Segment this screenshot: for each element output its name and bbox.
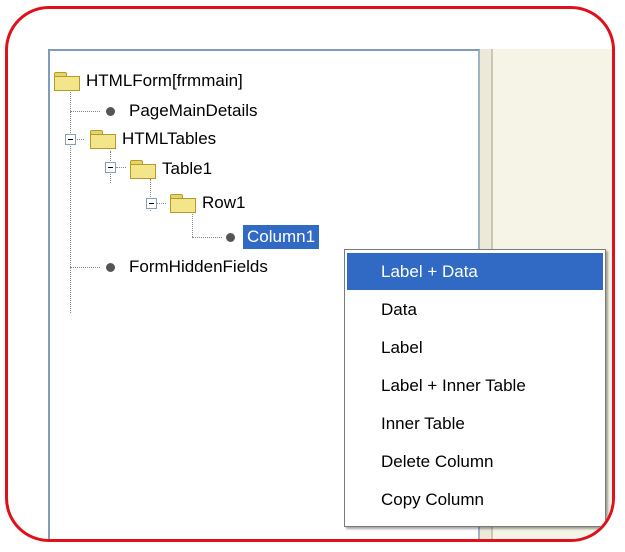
tree-connector xyxy=(70,267,100,268)
collapse-html-tables-button[interactable] xyxy=(65,134,76,145)
tree-connector xyxy=(192,237,222,238)
tree-connector xyxy=(70,111,100,112)
node-dot-icon xyxy=(106,262,115,272)
menu-item-copy-column[interactable]: Copy Column xyxy=(347,481,603,518)
menu-item-label-data[interactable]: Label + Data xyxy=(347,253,603,290)
tree-item-root[interactable]: HTMLForm[frmmain] xyxy=(54,67,243,95)
context-menu: Label + Data Data Label Label + Inner Ta… xyxy=(344,249,606,527)
folder-icon xyxy=(54,72,80,91)
folder-icon xyxy=(130,160,156,179)
collapse-row1-button[interactable] xyxy=(146,198,157,209)
folder-icon xyxy=(90,130,116,149)
collapse-table1-button[interactable] xyxy=(105,162,116,173)
annotation-frame: HTMLForm[frmmain] PageMainDetails HTMLTa… xyxy=(5,6,615,542)
menu-item-label[interactable]: Label xyxy=(347,329,603,366)
tree-item-label: HTMLForm[frmmain] xyxy=(86,71,243,90)
tree-item-label: Row1 xyxy=(202,193,246,212)
tree-item-label: Table1 xyxy=(162,159,213,178)
tree-item-form-hidden-fields[interactable]: FormHiddenFields xyxy=(106,253,268,281)
menu-item-delete-column[interactable]: Delete Column xyxy=(347,443,603,480)
menu-item-data[interactable]: Data xyxy=(347,291,603,328)
tree-item-column1[interactable]: Column1 xyxy=(226,223,320,251)
tree-item-table1[interactable]: Table1 xyxy=(130,155,212,183)
tree-connector xyxy=(156,203,166,204)
tree-item-label: PageMainDetails xyxy=(129,101,258,120)
tree-connector xyxy=(70,83,71,313)
menu-item-inner-table[interactable]: Inner Table xyxy=(347,405,603,442)
tree-item-label: Column1 xyxy=(243,225,320,249)
tree-item-label: HTMLTables xyxy=(122,129,217,148)
tree-connector xyxy=(116,167,126,168)
tree-item-html-tables[interactable]: HTMLTables xyxy=(90,125,216,153)
tree-item-row1[interactable]: Row1 xyxy=(170,189,245,217)
menu-item-label-inner-table[interactable]: Label + Inner Table xyxy=(347,367,603,404)
node-dot-icon xyxy=(226,232,235,242)
node-dot-icon xyxy=(106,106,115,116)
tree-item-page-main-details[interactable]: PageMainDetails xyxy=(106,97,258,125)
folder-icon xyxy=(170,194,196,213)
tree-item-label: FormHiddenFields xyxy=(129,257,268,276)
